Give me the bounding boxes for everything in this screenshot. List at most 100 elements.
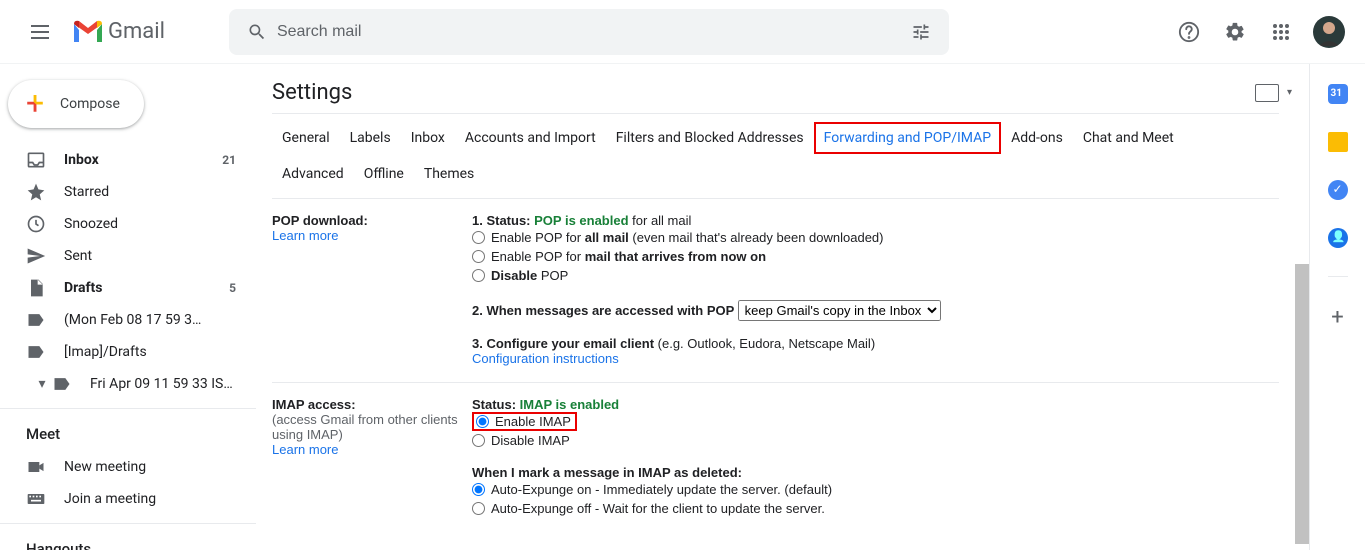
apps-button[interactable] <box>1261 12 1301 52</box>
nav-label: Join a meeting <box>64 491 236 507</box>
pop-radio-now[interactable] <box>472 250 485 263</box>
settings-body: POP download: Learn more 1. Status: POP … <box>272 199 1279 524</box>
imap-learn-more-link[interactable]: Learn more <box>272 442 472 457</box>
nav-count: 5 <box>229 281 236 295</box>
tab-chat[interactable]: Chat and Meet <box>1073 122 1184 154</box>
tab-labels[interactable]: Labels <box>340 122 401 154</box>
search-box[interactable] <box>229 9 949 55</box>
imap-section: IMAP access: (access Gmail from other cl… <box>272 391 1279 524</box>
sidebar-item-join-meeting[interactable]: Join a meeting <box>0 483 248 515</box>
imap-sublabel: (access Gmail from other clients using I… <box>272 412 472 442</box>
settings-title-row: Settings <box>272 80 1279 105</box>
hangouts-section-header: Hangouts <box>0 523 256 550</box>
expunge-option-on[interactable]: Auto-Expunge on - Immediately update the… <box>472 480 1279 499</box>
sidebar: Compose Inbox 21 Starred Snoozed Sent Dr… <box>0 64 256 550</box>
account-avatar[interactable] <box>1313 16 1345 48</box>
nav-label: [Imap]/Drafts <box>64 344 236 360</box>
nav-label: Sent <box>64 248 236 264</box>
config-instructions-link[interactable]: Configuration instructions <box>472 351 1279 366</box>
imap-enable-label: Enable IMAP <box>495 414 571 429</box>
nav-label: Starred <box>64 184 236 200</box>
settings-tabs: General Labels Inbox Accounts and Import… <box>272 113 1279 199</box>
expunge-radio-on[interactable] <box>472 483 485 496</box>
pop-option-now[interactable]: Enable POP for mail that arrives from no… <box>472 247 1279 266</box>
side-panel: + <box>1309 64 1365 550</box>
tab-general[interactable]: General <box>272 122 340 154</box>
sidebar-item-sent[interactable]: Sent <box>0 240 248 272</box>
header: Gmail <box>0 0 1365 64</box>
settings-button[interactable] <box>1215 12 1255 52</box>
sidebar-item-snoozed[interactable]: Snoozed <box>0 208 248 240</box>
search-input[interactable] <box>277 23 901 41</box>
pop-option-disable[interactable]: Disable POP <box>472 266 1279 285</box>
sidebar-item-inbox[interactable]: Inbox 21 <box>0 144 248 176</box>
pop-option-all[interactable]: Enable POP for all mail (even mail that'… <box>472 228 1279 247</box>
compose-label: Compose <box>60 96 120 112</box>
imap-radio-disable[interactable] <box>472 434 485 447</box>
video-icon <box>26 457 46 477</box>
clock-icon <box>26 214 46 234</box>
tab-filters[interactable]: Filters and Blocked Addresses <box>606 122 814 154</box>
sidebar-item-drafts[interactable]: Drafts 5 <box>0 272 248 304</box>
app-name: Gmail <box>108 19 165 44</box>
search-options-icon[interactable] <box>901 12 941 52</box>
tab-forwarding[interactable]: Forwarding and POP/IMAP <box>814 122 1001 154</box>
nav-label: Drafts <box>64 280 229 296</box>
label-icon <box>52 374 72 394</box>
logo-area[interactable]: Gmail <box>72 19 165 44</box>
get-addons-button[interactable]: + <box>1331 305 1343 330</box>
sidebar-item-new-meeting[interactable]: New meeting <box>0 451 248 483</box>
tab-offline[interactable]: Offline <box>354 158 414 190</box>
pop-radio-all[interactable] <box>472 231 485 244</box>
main-content: Settings General Labels Inbox Accounts a… <box>256 64 1309 550</box>
sidebar-item-starred[interactable]: Starred <box>0 176 248 208</box>
imap-label: IMAP access: <box>272 397 472 412</box>
expunge-title: When I mark a message in IMAP as deleted… <box>472 465 1279 480</box>
sidebar-item-label1[interactable]: (Mon Feb 08 17 59 3… <box>0 304 248 336</box>
compose-button[interactable]: Compose <box>8 80 144 128</box>
tab-addons[interactable]: Add-ons <box>1001 122 1073 154</box>
input-tools-button[interactable] <box>1255 84 1279 102</box>
contacts-addon-icon[interactable] <box>1328 228 1348 248</box>
nav-label: New meeting <box>64 459 236 475</box>
label-icon <box>26 342 46 362</box>
nav-label: (Mon Feb 08 17 59 3… <box>64 312 236 328</box>
calendar-addon-icon[interactable] <box>1328 84 1348 104</box>
sidebar-item-label2[interactable]: [Imap]/Drafts <box>0 336 248 368</box>
support-button[interactable] <box>1169 12 1209 52</box>
expunge-radio-off[interactable] <box>472 502 485 515</box>
main-menu-button[interactable] <box>16 8 64 56</box>
nav-label: Snoozed <box>64 216 236 232</box>
pop-access-select[interactable]: keep Gmail's copy in the Inbox <box>738 300 941 321</box>
pop-learn-more-link[interactable]: Learn more <box>272 228 472 243</box>
keep-addon-icon[interactable] <box>1328 132 1348 152</box>
menu-icon <box>31 31 49 33</box>
pop-configure-line: 3. Configure your email client (e.g. Out… <box>472 336 1279 351</box>
nav-label: Inbox <box>64 152 222 168</box>
pop-access-line: 2. When messages are accessed with POP k… <box>472 300 1279 321</box>
tab-accounts[interactable]: Accounts and Import <box>455 122 606 154</box>
tab-themes[interactable]: Themes <box>414 158 484 190</box>
header-right <box>1169 12 1357 52</box>
send-icon <box>26 246 46 266</box>
tasks-addon-icon[interactable] <box>1328 180 1348 200</box>
pop-radio-disable[interactable] <box>472 269 485 282</box>
tab-inbox[interactable]: Inbox <box>401 122 455 154</box>
sidebar-item-label3[interactable]: ▾ Fri Apr 09 11 59 33 IS… <box>0 368 248 400</box>
compose-plus-icon <box>24 92 48 116</box>
search-icon[interactable] <box>237 12 277 52</box>
nav-label: Fri Apr 09 11 59 33 IS… <box>90 376 236 392</box>
imap-option-disable[interactable]: Disable IMAP <box>472 431 1279 450</box>
pop-section: POP download: Learn more 1. Status: POP … <box>272 207 1279 383</box>
tab-advanced[interactable]: Advanced <box>272 158 354 190</box>
chevron-down-icon[interactable]: ▾ <box>32 374 52 394</box>
nav-count: 21 <box>222 153 236 167</box>
scrollbar-thumb[interactable] <box>1295 264 1309 544</box>
inbox-icon <box>26 150 46 170</box>
star-icon <box>26 182 46 202</box>
drafts-icon <box>26 278 46 298</box>
expunge-option-off[interactable]: Auto-Expunge off - Wait for the client t… <box>472 499 1279 518</box>
keyboard-icon <box>26 489 46 509</box>
imap-radio-enable[interactable] <box>476 415 489 428</box>
pop-status-line: 1. Status: POP is enabled for all mail <box>472 213 1279 228</box>
